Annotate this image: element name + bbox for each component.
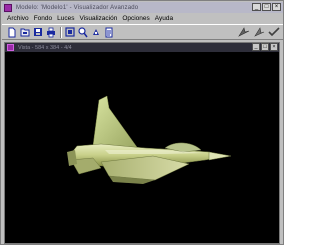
window-title: Modelo: 'Modelo1' - Visualizador Avanzad… bbox=[16, 4, 139, 11]
menu-luces[interactable]: Luces bbox=[57, 15, 74, 22]
child-window-icon[interactable] bbox=[7, 44, 14, 51]
fighter-jet-model[interactable] bbox=[5, 52, 279, 243]
title-bar[interactable]: Modelo: 'Modelo1' - Visualizador Avanzad… bbox=[2, 2, 283, 13]
vertical-tail-fin bbox=[92, 95, 140, 151]
application-window: Modelo: 'Modelo1' - Visualizador Avanzad… bbox=[0, 0, 284, 245]
toolbar bbox=[2, 24, 283, 40]
pointer-icon[interactable] bbox=[238, 26, 250, 38]
child-maximize-button[interactable]: □ bbox=[261, 43, 269, 51]
check-icon[interactable] bbox=[268, 26, 280, 38]
menu-bar: Archivo Fondo Luces Visualización Opcion… bbox=[2, 14, 283, 23]
minimize-button[interactable]: _ bbox=[252, 3, 261, 11]
menu-archivo[interactable]: Archivo bbox=[7, 15, 29, 22]
child-title-bar[interactable]: Vista - 584 x 384 - 4/4 _ □ × bbox=[5, 43, 279, 52]
new-file-icon[interactable] bbox=[6, 26, 18, 38]
info-icon[interactable] bbox=[103, 26, 115, 38]
transform-icon[interactable] bbox=[64, 26, 76, 38]
window-controls: _ □ × bbox=[252, 3, 281, 11]
app-icon[interactable] bbox=[4, 3, 12, 12]
close-button[interactable]: × bbox=[272, 3, 281, 11]
menu-ayuda[interactable]: Ayuda bbox=[155, 15, 173, 22]
menu-visualizacion[interactable]: Visualización bbox=[79, 15, 117, 22]
light-icon[interactable] bbox=[253, 26, 265, 38]
open-file-icon[interactable] bbox=[19, 26, 31, 38]
model-view-window: Vista - 584 x 384 - 4/4 _ □ × bbox=[4, 42, 280, 244]
print-icon[interactable] bbox=[45, 26, 57, 38]
maximize-button[interactable]: □ bbox=[262, 3, 271, 11]
rotate-icon[interactable] bbox=[90, 26, 102, 38]
menu-fondo[interactable]: Fondo bbox=[34, 15, 52, 22]
save-icon[interactable] bbox=[32, 26, 44, 38]
child-window-title: Vista - 584 x 384 - 4/4 bbox=[18, 44, 72, 51]
child-minimize-button[interactable]: _ bbox=[252, 43, 260, 51]
child-close-button[interactable]: × bbox=[270, 43, 278, 51]
zoom-icon[interactable] bbox=[77, 26, 89, 38]
menu-opciones[interactable]: Opciones bbox=[122, 15, 149, 22]
child-window-controls: _ □ × bbox=[252, 43, 278, 51]
3d-viewport[interactable] bbox=[5, 52, 279, 243]
nose-cone bbox=[208, 151, 232, 161]
